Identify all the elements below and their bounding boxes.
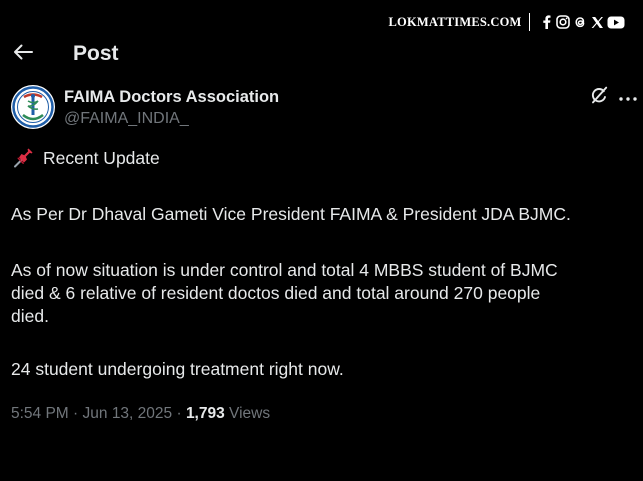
pushpin-icon bbox=[11, 146, 35, 170]
post-text: Recent Update As Per Dr Dhaval Gameti Vi… bbox=[11, 146, 631, 381]
facebook-icon bbox=[539, 15, 553, 29]
grok-button[interactable] bbox=[588, 86, 610, 108]
post-meta: 5:54 PM · Jun 13, 2025 · 1,793 Views bbox=[11, 405, 270, 423]
back-button[interactable] bbox=[11, 42, 35, 66]
author-handle[interactable]: @FAIMA_INDIA_ bbox=[64, 110, 189, 128]
avatar[interactable] bbox=[11, 85, 55, 129]
lokmat-watermark: LOKMATTIMES.COM bbox=[389, 11, 625, 33]
post-paragraph-2-line-2: died & 6 relative of resident doctos die… bbox=[11, 283, 541, 303]
post-time[interactable]: 5:54 PM bbox=[11, 405, 69, 422]
post-paragraph-2-line-3: died. bbox=[11, 306, 49, 326]
more-button[interactable] bbox=[617, 86, 639, 108]
post-heading-line: Recent Update bbox=[11, 146, 631, 170]
youtube-icon bbox=[607, 15, 625, 29]
threads-icon bbox=[573, 15, 587, 29]
top-bar: Post bbox=[0, 36, 643, 74]
instagram-icon bbox=[556, 15, 570, 29]
grok-icon bbox=[589, 85, 609, 110]
views-label: Views bbox=[224, 405, 271, 422]
post-heading: Recent Update bbox=[43, 147, 160, 168]
meta-separator: · bbox=[172, 405, 186, 422]
watermark-text: LOKMATTIMES.COM bbox=[388, 14, 522, 29]
post-paragraph-1: As Per Dr Dhaval Gameti Vice President F… bbox=[11, 204, 571, 224]
post-header: FAIMA Doctors Association @FAIMA_INDIA_ bbox=[0, 83, 643, 133]
post-paragraph-2-line-1: As of now situation is under control and… bbox=[11, 260, 558, 280]
more-icon bbox=[619, 88, 637, 106]
post-date[interactable]: Jun 13, 2025 bbox=[83, 405, 173, 422]
views-count: 1,793 bbox=[185, 405, 225, 422]
x-icon bbox=[590, 15, 604, 29]
post-paragraph-3: 24 student undergoing treatment right no… bbox=[11, 359, 344, 379]
page-title: Post bbox=[73, 42, 119, 65]
meta-separator: · bbox=[68, 405, 83, 422]
arrow-left-icon bbox=[13, 44, 33, 65]
author-name[interactable]: FAIMA Doctors Association bbox=[64, 88, 279, 107]
watermark-divider bbox=[528, 13, 530, 31]
